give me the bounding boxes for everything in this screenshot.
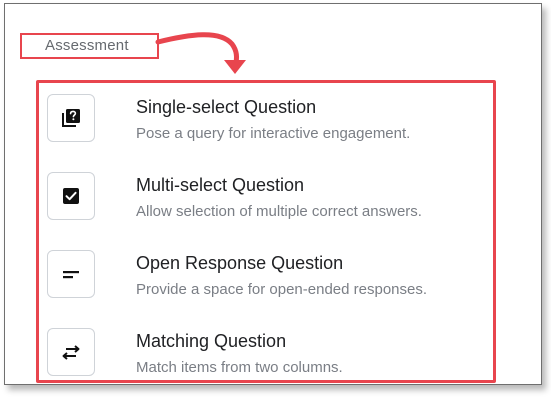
quiz-question-icon — [47, 94, 95, 142]
option-title: Open Response Question — [136, 253, 344, 273]
assessment-panel: Assessment Single-select Question Pose a… — [4, 3, 542, 385]
option-multi-select-question[interactable]: Multi-select Question Allow selection of… — [47, 163, 487, 223]
option-title: Multi-select Question — [136, 175, 305, 195]
option-matching-question[interactable]: Matching Question Match items from two c… — [47, 319, 487, 379]
option-title: Single-select Question — [136, 97, 317, 117]
swap-arrows-icon-glyph — [62, 345, 80, 360]
option-single-select-question[interactable]: Single-select Question Pose a query for … — [47, 85, 487, 145]
assessment-section-label: Assessment — [20, 33, 159, 59]
quiz-question-icon-glyph — [62, 109, 80, 127]
swap-arrows-icon — [47, 328, 95, 376]
checkbox-checked-icon-glyph — [63, 188, 79, 204]
short-text-icon-glyph — [63, 271, 79, 279]
option-open-response-question[interactable]: Open Response Question Provide a space f… — [47, 241, 487, 301]
option-description: Pose a query for interactive engagement. — [136, 125, 411, 142]
checkbox-checked-icon — [47, 172, 95, 220]
short-text-icon — [47, 250, 95, 298]
option-description: Allow selection of multiple correct answ… — [136, 203, 422, 220]
assessment-options-group: Single-select Question Pose a query for … — [36, 80, 496, 383]
option-description: Match items from two columns. — [136, 359, 343, 376]
option-description: Provide a space for open-ended responses… — [136, 281, 428, 298]
option-title: Matching Question — [136, 331, 287, 351]
